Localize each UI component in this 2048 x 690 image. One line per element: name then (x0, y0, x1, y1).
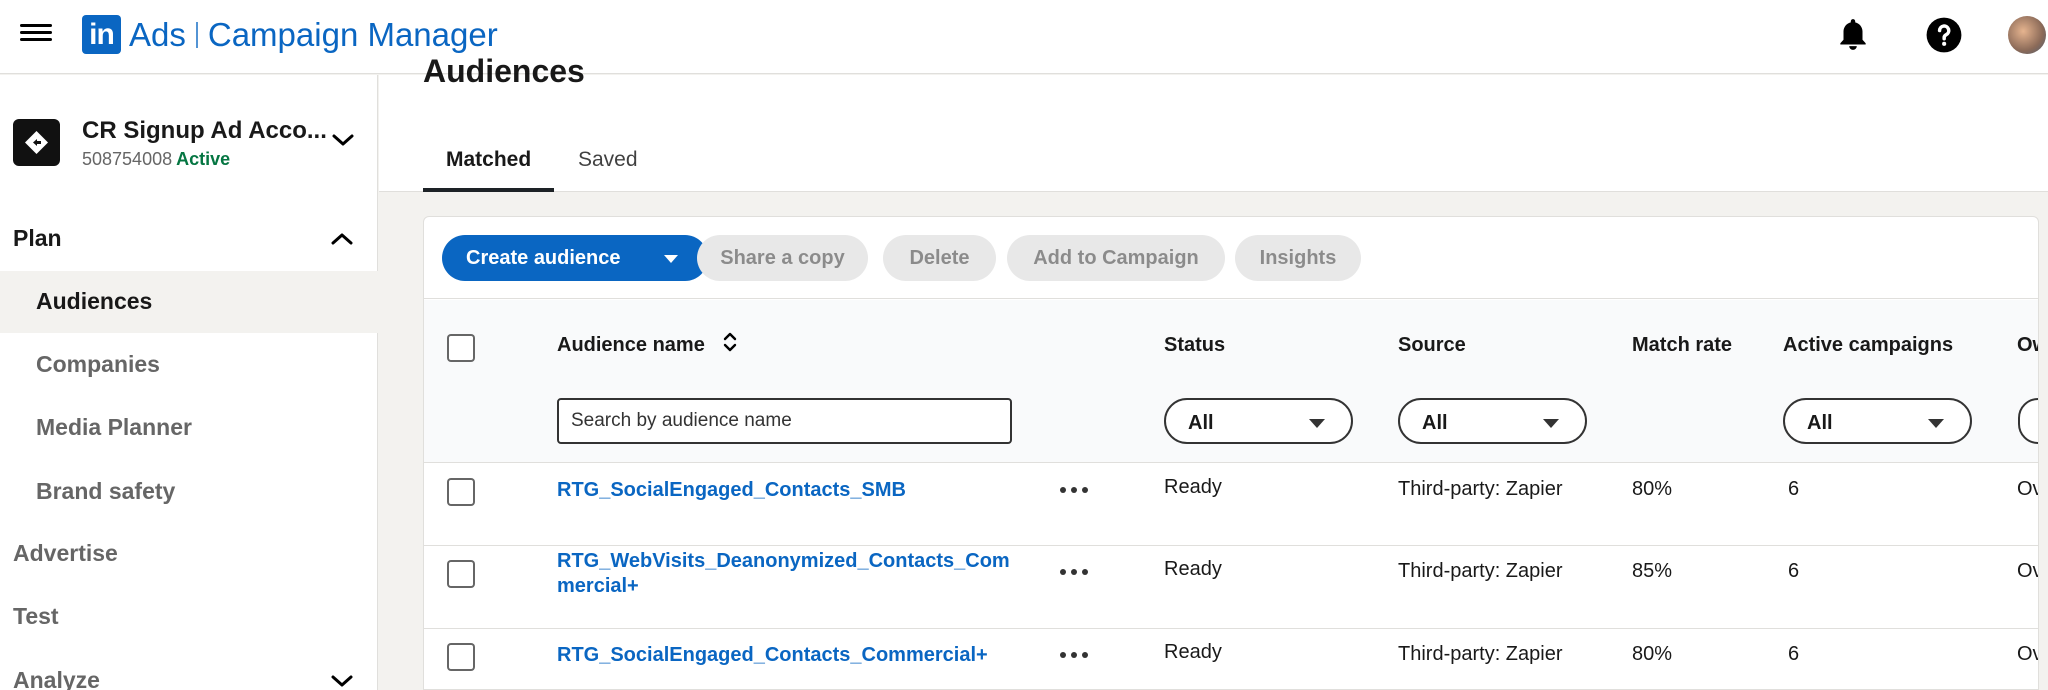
status-filter-select[interactable]: All (1164, 398, 1353, 444)
audience-name-link[interactable]: RTG_SocialEngaged_Contacts_Commercial+ (557, 643, 1027, 668)
active-campaigns-cell: 6 (1788, 643, 1800, 665)
status-cell: Ready (1164, 476, 1222, 498)
nav-section-plan[interactable]: Plan (0, 213, 378, 265)
active-campaigns-filter-select[interactable]: All (1783, 398, 1972, 444)
brand-divider (195, 22, 198, 48)
sidebar-item-media-planner[interactable]: Media Planner (0, 397, 378, 459)
status-cell: Ready (1164, 558, 1222, 580)
table-row: RTG_SocialEngaged_Contacts_Commercial+ R… (424, 630, 2038, 689)
column-header-audience-name[interactable]: Audience name (557, 334, 705, 357)
account-id: 508754008 (82, 149, 173, 169)
account-logo (13, 119, 60, 166)
active-campaigns-cell: 6 (1788, 478, 1800, 500)
dropdown-caret-icon (664, 255, 678, 263)
more-options-icon[interactable] (1060, 562, 1094, 582)
add-to-campaign-button[interactable]: Add to Campaign (1007, 235, 1225, 281)
dropdown-caret-icon (1309, 419, 1325, 428)
column-header-match-rate: Match rate (1632, 334, 1733, 356)
source-cell: Third-party: Zapier (1398, 560, 1563, 582)
nav-section-analyze[interactable]: Analyze (0, 655, 378, 690)
active-campaigns-filter-value: All (1807, 412, 1833, 434)
table-toolbar: Create audience Share a copy Delete Add … (424, 217, 2038, 299)
create-audience-button[interactable]: Create audience (442, 235, 708, 281)
table-header: Audience name Status Source Match rate A… (424, 300, 2038, 463)
source-cell: Third-party: Zapier (1398, 643, 1563, 665)
status-filter-value: All (1188, 412, 1214, 434)
brand-ads-label: Ads (129, 16, 186, 53)
dropdown-caret-icon (1928, 419, 1944, 428)
page-title: Audiences (423, 53, 585, 89)
status-cell: Ready (1164, 641, 1222, 663)
nav-advertise-label: Advertise (13, 540, 118, 566)
select-all-checkbox[interactable] (447, 334, 475, 362)
source-filter-select[interactable]: All (1398, 398, 1587, 444)
sidebar: CR Signup Ad Acco... 508754008 Active Pla… (0, 75, 378, 690)
table-row: RTG_SocialEngaged_Contacts_SMB Ready Thi… (424, 464, 2038, 546)
top-navigation-bar: in Ads Campaign Manager (0, 0, 2048, 74)
product-brand: Ads Campaign Manager (129, 16, 498, 54)
brand-product-label: Campaign Manager (207, 16, 498, 53)
sidebar-item-label: Audiences (36, 288, 153, 314)
dropdown-caret-icon (1543, 419, 1559, 428)
sidebar-item-label: Companies (36, 351, 160, 377)
create-audience-label: Create audience (466, 247, 621, 269)
audience-name-link[interactable]: RTG_SocialEngaged_Contacts_SMB (557, 478, 1027, 503)
source-cell: Third-party: Zapier (1398, 478, 1563, 500)
page-header: Audiences Matched Saved (379, 53, 2048, 192)
user-avatar[interactable] (2008, 16, 2046, 54)
sidebar-item-brand-safety[interactable]: Brand safety (0, 461, 378, 523)
delete-button[interactable]: Delete (883, 235, 996, 281)
nav-section-advertise[interactable]: Advertise (0, 528, 378, 580)
nav-analyze-label: Analyze (13, 667, 100, 690)
linkedin-logo[interactable]: in (82, 15, 121, 54)
nav-plan-label: Plan (13, 225, 62, 251)
share-copy-button[interactable]: Share a copy (697, 235, 868, 281)
owner-cell: Ov (2017, 478, 2038, 500)
account-switcher[interactable]: CR Signup Ad Acco... 508754008 Active (0, 117, 378, 193)
row-checkbox[interactable] (447, 560, 475, 588)
account-name: CR Signup Ad Acco... (82, 117, 327, 144)
owner-cell: Ov (2017, 643, 2038, 665)
column-header-status: Status (1164, 334, 1226, 356)
notification-bell-icon[interactable] (1834, 16, 1872, 54)
row-checkbox[interactable] (447, 643, 475, 671)
insights-button[interactable]: Insights (1235, 235, 1361, 281)
help-icon[interactable] (1925, 16, 1963, 54)
row-checkbox[interactable] (447, 478, 475, 506)
match-rate-cell: 80% (1632, 643, 1673, 665)
nav-test-label: Test (13, 603, 59, 629)
audience-name-link[interactable]: RTG_WebVisits_Deanonymized_Contacts_Comm… (557, 549, 1027, 599)
sidebar-item-audiences[interactable]: Audiences (0, 271, 378, 333)
more-options-icon[interactable] (1060, 645, 1094, 665)
match-rate-cell: 80% (1632, 478, 1673, 500)
account-status-badge: Active (176, 149, 231, 169)
tab-saved[interactable]: Saved (555, 147, 661, 192)
owner-filter-select[interactable] (2018, 398, 2038, 444)
diamond-arrow-icon (25, 131, 48, 154)
more-options-icon[interactable] (1060, 480, 1094, 500)
column-header-source: Source (1398, 334, 1466, 356)
audience-search-input[interactable] (557, 398, 1012, 444)
column-header-active-campaigns: Active campaigns (1783, 334, 1954, 356)
tab-matched[interactable]: Matched (423, 147, 554, 192)
menu-icon[interactable] (18, 20, 54, 50)
audiences-panel: Create audience Share a copy Delete Add … (423, 216, 2039, 690)
source-filter-value: All (1422, 412, 1448, 434)
account-id-line: 508754008 Active (82, 149, 230, 170)
chevron-down-icon (331, 675, 353, 687)
nav-section-test[interactable]: Test (0, 591, 378, 643)
column-header-owner: Ow (2017, 334, 2038, 356)
sidebar-item-companies[interactable]: Companies (0, 334, 378, 396)
chevron-up-icon (331, 233, 353, 245)
active-campaigns-cell: 6 (1788, 560, 1800, 582)
table-row: RTG_WebVisits_Deanonymized_Contacts_Comm… (424, 547, 2038, 629)
sidebar-item-label: Media Planner (36, 414, 192, 440)
sidebar-item-label: Brand safety (36, 478, 176, 504)
owner-cell: Ov (2017, 560, 2038, 582)
match-rate-cell: 85% (1632, 560, 1673, 582)
sort-icon[interactable] (722, 330, 738, 354)
chevron-down-icon[interactable] (330, 131, 356, 149)
